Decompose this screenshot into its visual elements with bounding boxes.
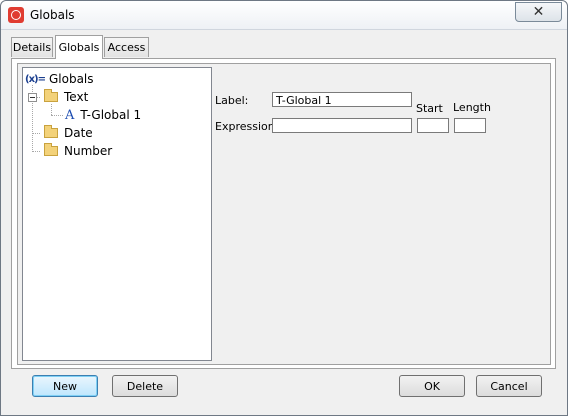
- content-frame: (x)= Globals Text A T-Global 1 Date Numb…: [17, 63, 551, 365]
- folder-icon: [44, 143, 58, 156]
- tree-item-label: Number: [64, 144, 113, 158]
- title-bar[interactable]: Globals ✕: [1, 1, 567, 30]
- tree-item-t-global-1[interactable]: A T-Global 1: [65, 106, 141, 124]
- label-field[interactable]: T-Global 1: [272, 92, 412, 107]
- tab-globals[interactable]: Globals: [55, 35, 103, 59]
- tree-item-globals[interactable]: (x)= Globals: [25, 70, 94, 88]
- globals-dialog: Globals ✕ Details Globals Access (x)= Gl…: [0, 0, 568, 416]
- tree-item-label: Text: [64, 90, 89, 104]
- folder-open-icon: [44, 89, 58, 102]
- new-button[interactable]: New: [32, 375, 98, 397]
- tree-item-text-folder[interactable]: Text: [44, 88, 88, 106]
- text-variable-icon: A: [65, 107, 75, 123]
- globals-tree[interactable]: (x)= Globals Text A T-Global 1 Date Numb…: [22, 67, 212, 361]
- length-caption: Length: [453, 101, 491, 114]
- close-button[interactable]: ✕: [515, 2, 562, 22]
- start-field[interactable]: [417, 118, 449, 133]
- cancel-button[interactable]: Cancel: [476, 375, 542, 397]
- tab-access[interactable]: Access: [104, 37, 149, 57]
- tree-item-date-folder[interactable]: Date: [44, 124, 93, 142]
- start-caption: Start: [416, 102, 443, 115]
- tree-connector: [51, 115, 63, 116]
- delete-button[interactable]: Delete: [112, 375, 178, 397]
- label-caption: Label:: [215, 94, 249, 107]
- variables-icon: (x)=: [25, 73, 46, 85]
- tree-item-label: Globals: [48, 72, 94, 86]
- ok-button[interactable]: OK: [399, 375, 465, 397]
- tree-connector: [32, 151, 40, 152]
- folder-icon: [44, 125, 58, 138]
- expression-caption: Expression:: [215, 120, 279, 133]
- expression-field[interactable]: [272, 118, 412, 133]
- tree-item-label: Date: [64, 126, 93, 140]
- app-icon: [8, 7, 24, 23]
- length-field[interactable]: [454, 118, 486, 133]
- tree-item-number-folder[interactable]: Number: [44, 142, 112, 160]
- window-title: Globals: [30, 8, 75, 22]
- globals-tab-panel: (x)= Globals Text A T-Global 1 Date Numb…: [11, 58, 556, 369]
- close-icon: ✕: [532, 4, 545, 20]
- tree-item-label: T-Global 1: [80, 108, 142, 122]
- tab-details[interactable]: Details: [11, 37, 53, 57]
- tree-connector: [32, 133, 40, 134]
- collapse-icon[interactable]: [28, 93, 37, 102]
